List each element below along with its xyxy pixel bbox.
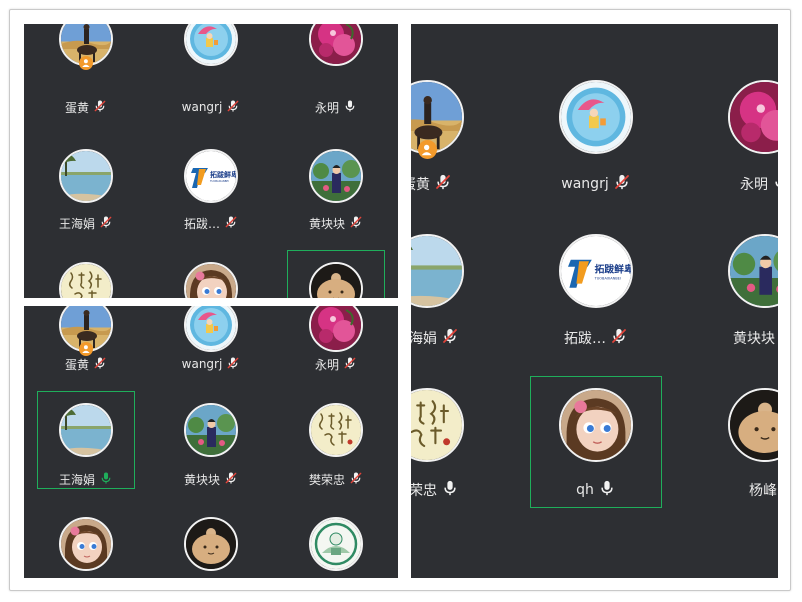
- mic-muted-icon[interactable]: [349, 215, 363, 232]
- participant-avatar[interactable]: [559, 80, 633, 154]
- participant-name: wangrj: [561, 176, 609, 192]
- mic-muted-icon[interactable]: [441, 327, 459, 349]
- participant-avatar[interactable]: [184, 403, 238, 457]
- mic-muted-icon[interactable]: [224, 215, 238, 232]
- participant-label: 黄块块: [266, 215, 398, 231]
- participant-avatar[interactable]: [559, 388, 633, 462]
- participant-avatar[interactable]: [411, 388, 464, 462]
- panel-right: 蛋黄 wangrj 永明王海娟 拓跋鲜卑TUOBAXIANBEI 拓跋… 黄块块樊荣忠 qh…: [411, 24, 778, 578]
- participant-avatar[interactable]: [184, 262, 238, 298]
- participant-avatar[interactable]: [309, 306, 363, 352]
- mic-muted-icon[interactable]: [226, 356, 240, 373]
- participant-label: 永明: [266, 99, 398, 115]
- mic-muted-icon[interactable]: [613, 173, 631, 195]
- participant-label: wangrj: [141, 99, 281, 115]
- participant-avatar[interactable]: [728, 234, 778, 308]
- participant-avatar[interactable]: [184, 24, 238, 66]
- participant-label: 杨峰: [695, 480, 778, 500]
- panel-bottom-left: 蛋黄 wangrj 永明王海娟 黄块块 樊荣忠: [24, 306, 398, 578]
- participant-name: 樊荣忠: [308, 472, 345, 487]
- participant-name: 王海娟: [58, 472, 95, 487]
- mic-muted-icon[interactable]: [93, 356, 107, 373]
- microphone-icon[interactable]: [99, 471, 113, 488]
- participant-label: 永明: [695, 174, 778, 194]
- participant-name: 永明: [314, 357, 339, 372]
- participant-avatar[interactable]: [309, 149, 363, 203]
- panel-top-left: 蛋黄 wangrj 永明王海娟 拓跋鲜卑 TUOBAXIANBEI 拓跋… 黄块块: [24, 24, 398, 298]
- participant-avatar[interactable]: [184, 517, 238, 571]
- participant-label: 蛋黄: [411, 174, 497, 194]
- host-badge-icon: [79, 55, 93, 70]
- participant-label: 永明: [266, 356, 398, 372]
- mic-muted-icon[interactable]: [343, 356, 357, 373]
- participant-avatar[interactable]: [309, 517, 363, 571]
- mic-muted-icon[interactable]: [99, 215, 113, 232]
- participant-label: wangrj: [141, 356, 281, 372]
- microphone-icon[interactable]: [441, 479, 459, 501]
- mic-muted-icon[interactable]: [349, 471, 363, 488]
- participant-name: qh: [576, 482, 594, 498]
- participant-name: 王海娟: [411, 331, 437, 347]
- microphone-icon[interactable]: [772, 173, 778, 195]
- participant-label: 蛋黄: [24, 99, 156, 115]
- participant-avatar[interactable]: [59, 262, 113, 298]
- participant-name: 王海娟: [58, 216, 95, 231]
- svg-text:TUOBAXIANBEI: TUOBAXIANBEI: [594, 276, 621, 280]
- participant-name: 杨峰: [749, 483, 777, 499]
- svg-text:拓跋鲜卑: 拓跋鲜卑: [210, 170, 236, 179]
- mic-muted-icon[interactable]: [434, 173, 452, 195]
- host-badge-icon: [79, 341, 93, 356]
- participant-label: 蛋黄: [24, 356, 156, 372]
- participant-label: wangrj: [526, 174, 666, 194]
- participant-name: 蛋黄: [64, 100, 89, 115]
- participant-label: 拓跋…: [526, 328, 666, 348]
- participant-label: 黄块块: [141, 471, 281, 487]
- svg-text:TUOBAXIANBEI: TUOBAXIANBEI: [210, 179, 229, 183]
- participant-label: qh: [526, 480, 666, 500]
- participant-avatar[interactable]: [309, 24, 363, 66]
- mic-muted-icon[interactable]: [224, 471, 238, 488]
- participant-label: 王海娟: [24, 215, 156, 231]
- mic-muted-icon[interactable]: [226, 99, 240, 116]
- participant-name: 樊荣忠: [411, 483, 437, 499]
- participant-label: 樊荣忠: [411, 480, 497, 500]
- participant-label: 王海娟: [411, 328, 497, 348]
- participant-name: 黄块块: [308, 216, 345, 231]
- participant-name: wangrj: [181, 100, 223, 114]
- participant-name: 蛋黄: [411, 177, 430, 193]
- participant-name: 拓跋…: [183, 216, 220, 231]
- participant-avatar[interactable]: 拓跋鲜卑 TUOBAXIANBEI: [559, 234, 633, 308]
- participant-avatar[interactable]: 拓跋鲜卑 TUOBAXIANBEI: [184, 149, 238, 203]
- participant-name: wangrj: [181, 357, 223, 371]
- microphone-icon[interactable]: [343, 99, 357, 116]
- participant-avatar[interactable]: [59, 149, 113, 203]
- host-badge-icon: [417, 139, 437, 159]
- participant-name: 黄块块: [183, 472, 220, 487]
- participant-label: 拓跋…: [141, 215, 281, 231]
- mic-muted-icon[interactable]: [93, 99, 107, 116]
- participant-avatar[interactable]: [728, 388, 778, 462]
- participant-name: 蛋黄: [64, 357, 89, 372]
- participant-name: 永明: [740, 177, 768, 193]
- participant-name: 永明: [314, 100, 339, 115]
- microphone-icon[interactable]: [598, 479, 616, 501]
- participant-avatar[interactable]: [309, 403, 363, 457]
- participant-avatar[interactable]: [59, 517, 113, 571]
- participant-name: 黄块块: [733, 331, 775, 347]
- svg-text:拓跋鲜卑: 拓跋鲜卑: [595, 262, 631, 275]
- participant-name: 拓跋…: [564, 331, 606, 347]
- participant-avatar[interactable]: [728, 80, 778, 154]
- participant-avatar[interactable]: [59, 403, 113, 457]
- mic-muted-icon[interactable]: [610, 327, 628, 349]
- participant-label: 黄块块: [695, 328, 778, 348]
- participant-label: 樊荣忠: [266, 471, 398, 487]
- participant-label: 王海娟: [24, 471, 156, 487]
- participant-avatar[interactable]: [411, 234, 464, 308]
- participant-avatar[interactable]: [184, 306, 238, 352]
